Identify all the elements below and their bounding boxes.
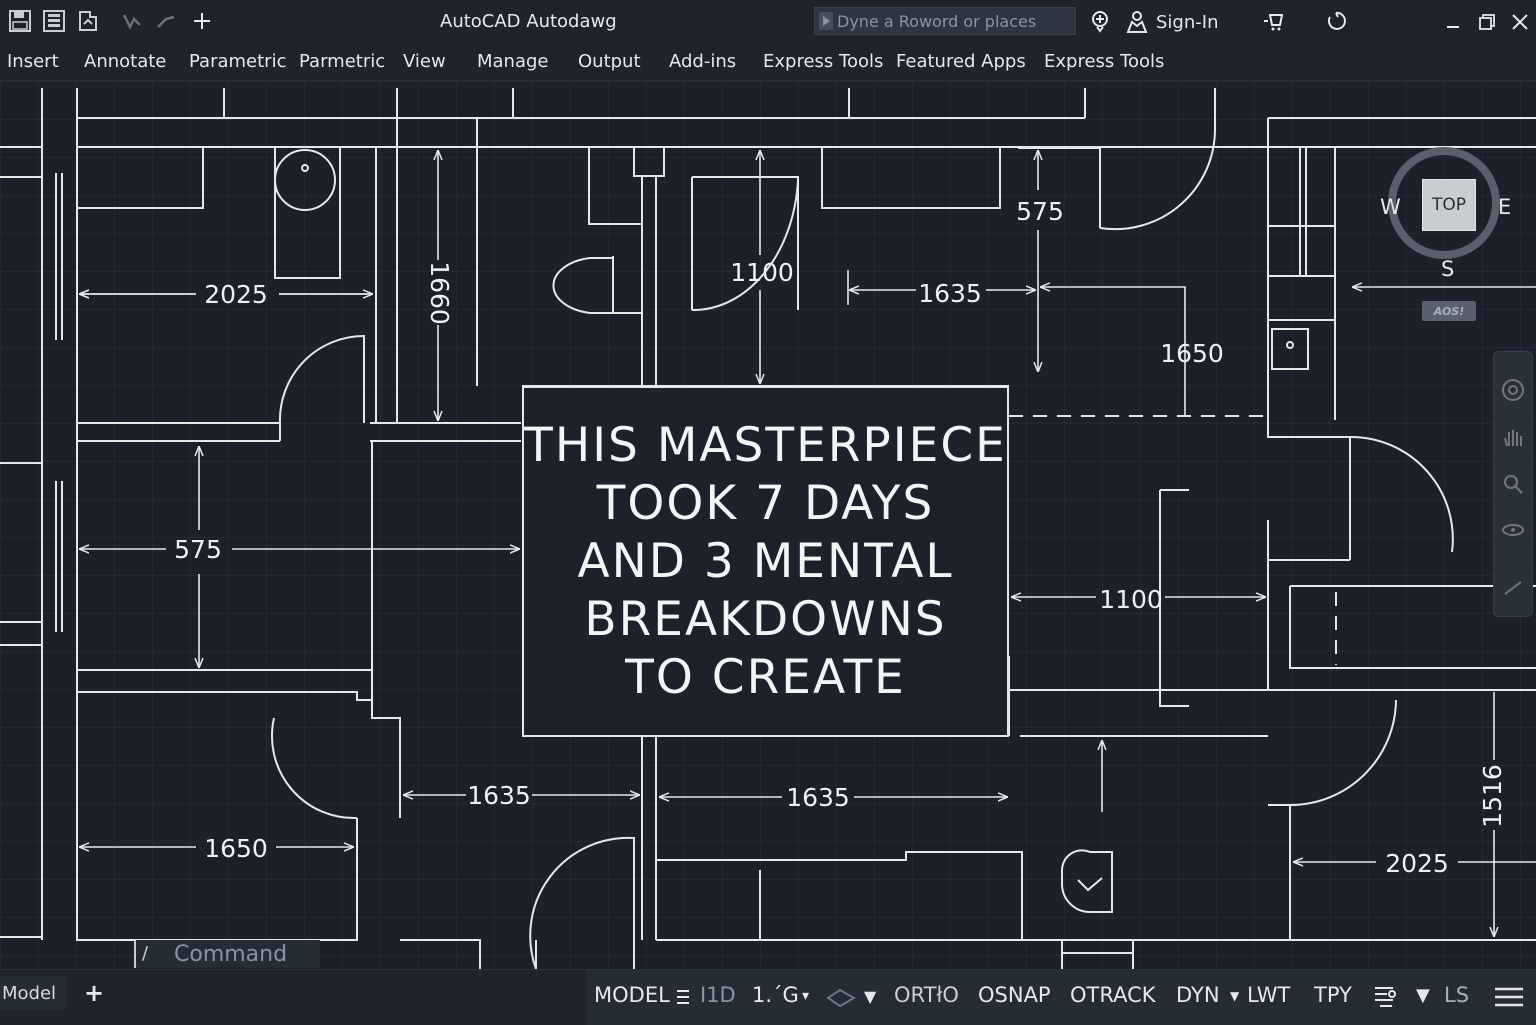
help-icon[interactable] xyxy=(1324,9,1348,33)
pan-hand-icon[interactable] xyxy=(1501,426,1525,450)
tab-express-tools[interactable]: Express Tools xyxy=(763,51,883,72)
ortho-toggle[interactable]: ORTłO xyxy=(894,983,959,1007)
dim-1650-right: 1650 xyxy=(1160,339,1224,368)
lwt-toggle[interactable]: LWT xyxy=(1247,983,1290,1007)
dim-1635-top: 1635 xyxy=(918,279,982,308)
wcs-menu-button[interactable]: AOS! xyxy=(1422,301,1476,321)
showmotion-icon[interactable] xyxy=(1501,574,1525,598)
dyn-toggle[interactable]: DYN xyxy=(1176,983,1220,1007)
grid-menu-icon[interactable] xyxy=(676,988,690,1006)
drawing-canvas[interactable]: 2025 1660 1100 575 1635 1650 575 1100 16… xyxy=(0,81,1536,969)
tpy-toggle[interactable]: TPY xyxy=(1314,983,1352,1007)
compass-east[interactable]: E xyxy=(1498,195,1511,219)
status-toggles: MODEL I1D 1.´G ▾ ▼ ORTłO OSNAP OTRACK DY… xyxy=(586,970,1536,1025)
tab-insert[interactable]: Insert xyxy=(7,51,59,72)
tab-view[interactable]: View xyxy=(403,51,446,72)
dim-1660-vertical: 1660 xyxy=(425,261,454,325)
dim-1635-bottom-left: 1635 xyxy=(467,781,531,810)
sign-in-button[interactable]: Sign-In xyxy=(1126,9,1218,35)
isodraft-icon[interactable] xyxy=(826,986,856,1008)
tab-parmetric[interactable]: Parmetric xyxy=(299,51,385,72)
model-space-toggle[interactable]: MODEL xyxy=(594,983,670,1007)
scale-dropdown-icon[interactable]: ▾ xyxy=(802,988,809,1004)
grid-toggle[interactable]: I1D xyxy=(700,983,736,1007)
workspace-icon[interactable] xyxy=(1372,982,1398,1010)
tab-annotate[interactable]: Annotate xyxy=(84,51,166,72)
customize-dropdown-icon[interactable]: ▼ xyxy=(1416,985,1430,1006)
command-line[interactable]: / xyxy=(134,940,320,968)
title-bar: AutoCAD Autodawg Sign-In xyxy=(0,0,1536,44)
status-bar: Model + MODEL I1D 1.´G ▾ ▼ ORTłO OSNAP O… xyxy=(0,969,1536,1025)
orbit-icon[interactable] xyxy=(1501,518,1525,542)
view-cube[interactable]: TOP W E S AOS! xyxy=(1372,131,1522,331)
search-input[interactable] xyxy=(837,10,1071,32)
dim-1100-top: 1100 xyxy=(730,258,794,287)
command-input[interactable] xyxy=(174,941,314,967)
tab-output[interactable]: Output xyxy=(578,51,641,72)
search-play-icon xyxy=(819,12,833,30)
brain-icon[interactable] xyxy=(1088,9,1112,33)
tab-manage[interactable]: Manage xyxy=(477,51,549,72)
menu-icon[interactable] xyxy=(1494,985,1524,1009)
navigation-bar xyxy=(1493,351,1533,617)
restore-button[interactable] xyxy=(1470,6,1504,38)
center-text-line: AND 3 MENTAL xyxy=(577,533,954,589)
tab-featured-apps[interactable]: Featured Apps xyxy=(896,51,1026,72)
cart-icon[interactable] xyxy=(1262,9,1286,33)
center-text-line: TOOK 7 DAYS xyxy=(596,475,935,531)
tab-express-tools-2[interactable]: Express Tools xyxy=(1044,51,1164,72)
compass-west[interactable]: W xyxy=(1380,195,1401,219)
center-text-box: THIS MASTERPIECE TOOK 7 DAYS AND 3 MENTA… xyxy=(522,386,1009,737)
undo-icon[interactable] xyxy=(120,9,144,33)
app-title: AutoCAD Autodawg xyxy=(440,11,617,32)
save-icon[interactable] xyxy=(8,9,32,33)
layout-tab-model[interactable]: Model xyxy=(0,976,66,1010)
dyn-dropdown-icon[interactable]: ▼ xyxy=(1230,989,1239,1003)
command-prompt-icon: / xyxy=(142,943,149,964)
dim-1100-mid: 1100 xyxy=(1099,585,1163,614)
ls-toggle[interactable]: LS xyxy=(1444,983,1469,1007)
center-text-line: THIS MASTERPIECE xyxy=(524,417,1007,473)
sign-in-label: Sign-In xyxy=(1156,11,1219,33)
tab-add-ins[interactable]: Add-ins xyxy=(669,51,736,72)
redo-icon[interactable] xyxy=(154,9,178,33)
compass-south[interactable]: S xyxy=(1441,257,1454,281)
dim-2025-bottom-right: 2025 xyxy=(1385,849,1449,878)
cube-face-top[interactable]: TOP xyxy=(1422,179,1476,231)
center-text-line: TO CREATE xyxy=(625,649,906,705)
zoom-icon[interactable] xyxy=(1501,472,1525,496)
dim-2025-top: 2025 xyxy=(204,280,268,309)
plot-icon[interactable] xyxy=(76,9,100,33)
search-box[interactable] xyxy=(814,7,1076,35)
dim-1516-vertical: 1516 xyxy=(1478,764,1507,828)
ribbon-tabs: Insert Annotate Parametric Parmetric Vie… xyxy=(0,44,1536,81)
close-button[interactable] xyxy=(1503,6,1536,38)
dim-1650-bottom-left: 1650 xyxy=(204,834,268,863)
steering-wheel-icon[interactable] xyxy=(1501,378,1525,402)
dim-575-top: 575 xyxy=(1016,197,1064,226)
user-icon xyxy=(1126,11,1148,33)
center-text-line: BREAKDOWNS xyxy=(584,591,947,647)
osnap-toggle[interactable]: OSNAP xyxy=(978,983,1051,1007)
otrack-toggle[interactable]: OTRACK xyxy=(1070,983,1156,1007)
annotation-scale[interactable]: 1.´G xyxy=(752,983,799,1007)
add-icon[interactable] xyxy=(190,9,214,33)
isodraft-dropdown-icon[interactable]: ▼ xyxy=(864,987,876,1006)
dim-1635-bottom-mid: 1635 xyxy=(786,783,850,812)
dim-575-left: 575 xyxy=(174,535,222,564)
save-as-icon[interactable] xyxy=(42,9,66,33)
minimize-button[interactable] xyxy=(1436,6,1470,38)
add-layout-button[interactable]: + xyxy=(78,976,110,1010)
tab-parametric[interactable]: Parametric xyxy=(189,51,286,72)
